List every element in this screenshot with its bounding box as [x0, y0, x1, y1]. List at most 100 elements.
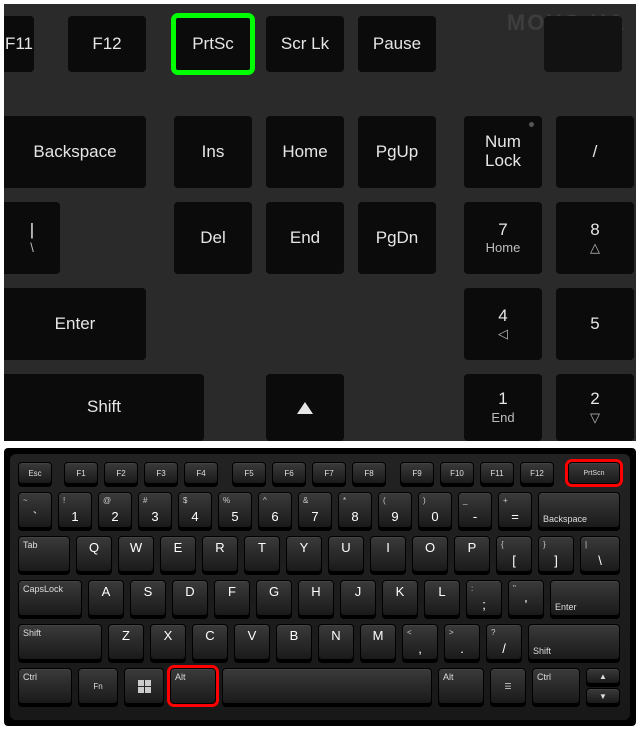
bkey-f9[interactable]: F9 [400, 462, 434, 484]
bkey-f2[interactable]: F2 [104, 462, 138, 484]
bkey-f3[interactable]: F3 [144, 462, 178, 484]
bkey-equals[interactable]: += [498, 492, 532, 528]
bkey-5[interactable]: %5 [218, 492, 252, 528]
key-prtsc[interactable]: PrtSc [174, 16, 252, 72]
bkey-slash[interactable]: ?/ [486, 624, 522, 660]
bkey-f7[interactable]: F7 [312, 462, 346, 484]
bkey-8[interactable]: *8 [338, 492, 372, 528]
bkey-y[interactable]: Y [286, 536, 322, 572]
bkey-z[interactable]: Z [108, 624, 144, 660]
bkey-s[interactable]: S [130, 580, 166, 616]
bkey-tilde[interactable]: ~` [18, 492, 52, 528]
bkey-x[interactable]: X [150, 624, 186, 660]
bkey-f10[interactable]: F10 [440, 462, 474, 484]
bkey-c[interactable]: C [192, 624, 228, 660]
bkey-f8[interactable]: F8 [352, 462, 386, 484]
key-blank-top[interactable] [544, 16, 622, 72]
key-divide[interactable]: / [556, 116, 634, 188]
bkey-backspace[interactable]: Backspace [538, 492, 620, 528]
bkey-q[interactable]: Q [76, 536, 112, 572]
bkey-comma[interactable]: <, [402, 624, 438, 660]
key-ins[interactable]: Ins [174, 116, 252, 188]
key-del[interactable]: Del [174, 202, 252, 274]
key-num1[interactable]: 1 End [464, 374, 542, 441]
bkey-tab[interactable]: Tab [18, 536, 70, 572]
key-num4[interactable]: 4 ◁ [464, 288, 542, 360]
bkey-3[interactable]: #3 [138, 492, 172, 528]
bkey-lshift[interactable]: Shift [18, 624, 102, 660]
bkey-space[interactable] [222, 668, 432, 704]
bkey-f4[interactable]: F4 [184, 462, 218, 484]
key-num2[interactable]: 2 ▽ [556, 374, 634, 441]
bkey-rctrl[interactable]: Ctrl [532, 668, 580, 704]
key-pgdn[interactable]: PgDn [358, 202, 436, 274]
key-numlock[interactable]: Num Lock [464, 116, 542, 188]
bkey-backslash[interactable]: |\ [580, 536, 620, 572]
key-num7[interactable]: 7 Home [464, 202, 542, 274]
key-scrlk[interactable]: Scr Lk [266, 16, 344, 72]
bkey-minus[interactable]: _- [458, 492, 492, 528]
bkey-7[interactable]: &7 [298, 492, 332, 528]
bkey-1[interactable]: !1 [58, 492, 92, 528]
bkey-l[interactable]: L [424, 580, 460, 616]
bkey-lctrl[interactable]: Ctrl [18, 668, 72, 704]
bkey-prtscn[interactable]: PrtScn [568, 462, 620, 484]
bkey-lbracket[interactable]: {[ [496, 536, 532, 572]
bkey-f[interactable]: F [214, 580, 250, 616]
bkey-2[interactable]: @2 [98, 492, 132, 528]
bkey-h[interactable]: H [298, 580, 334, 616]
bkey-f1[interactable]: F1 [64, 462, 98, 484]
key-pause[interactable]: Pause [358, 16, 436, 72]
key-f12[interactable]: F12 [68, 16, 146, 72]
bkey-p[interactable]: P [454, 536, 490, 572]
bkey-win[interactable] [124, 668, 164, 704]
key-pgup[interactable]: PgUp [358, 116, 436, 188]
bkey-d[interactable]: D [172, 580, 208, 616]
bkey-j[interactable]: J [340, 580, 376, 616]
bkey-menu[interactable]: ☰ [490, 668, 526, 704]
bkey-m[interactable]: M [360, 624, 396, 660]
bkey-f12[interactable]: F12 [520, 462, 554, 484]
bkey-alt[interactable]: Alt [170, 668, 216, 704]
key-shift[interactable]: Shift [4, 374, 204, 441]
bkey-enter[interactable]: Enter [550, 580, 620, 616]
bkey-w[interactable]: W [118, 536, 154, 572]
bkey-4[interactable]: $4 [178, 492, 212, 528]
key-f11[interactable]: F11 [4, 16, 34, 72]
bkey-0[interactable]: )0 [418, 492, 452, 528]
key-backspace[interactable]: Backspace [4, 116, 146, 188]
bkey-9[interactable]: (9 [378, 492, 412, 528]
key-up-arrow[interactable] [266, 374, 344, 441]
bkey-g[interactable]: G [256, 580, 292, 616]
bkey-r[interactable]: R [202, 536, 238, 572]
bkey-semicolon[interactable]: :; [466, 580, 502, 616]
bkey-period[interactable]: >. [444, 624, 480, 660]
bkey-capslock[interactable]: CapsLock [18, 580, 82, 616]
key-end[interactable]: End [266, 202, 344, 274]
bkey-i[interactable]: I [370, 536, 406, 572]
key-num8[interactable]: 8 △ [556, 202, 634, 274]
key-num5[interactable]: 5 [556, 288, 634, 360]
bkey-rshift[interactable]: Shift [528, 624, 620, 660]
key-enter[interactable]: Enter [4, 288, 146, 360]
bkey-ralt[interactable]: Alt [438, 668, 484, 704]
bkey-n[interactable]: N [318, 624, 354, 660]
bkey-u[interactable]: U [328, 536, 364, 572]
bkey-quote[interactable]: "' [508, 580, 544, 616]
bkey-b[interactable]: B [276, 624, 312, 660]
bkey-o[interactable]: O [412, 536, 448, 572]
bkey-v[interactable]: V [234, 624, 270, 660]
bkey-a[interactable]: A [88, 580, 124, 616]
bkey-t[interactable]: T [244, 536, 280, 572]
bkey-fn[interactable]: Fn [78, 668, 118, 704]
bkey-arrow-down[interactable]: ▼ [586, 688, 620, 704]
bkey-esc[interactable]: Esc [18, 462, 52, 484]
bkey-rbracket[interactable]: }] [538, 536, 574, 572]
key-home[interactable]: Home [266, 116, 344, 188]
bkey-f11[interactable]: F11 [480, 462, 514, 484]
bkey-k[interactable]: K [382, 580, 418, 616]
key-backslash[interactable]: | \ [4, 202, 60, 274]
bkey-6[interactable]: ^6 [258, 492, 292, 528]
bkey-e[interactable]: E [160, 536, 196, 572]
bkey-f6[interactable]: F6 [272, 462, 306, 484]
